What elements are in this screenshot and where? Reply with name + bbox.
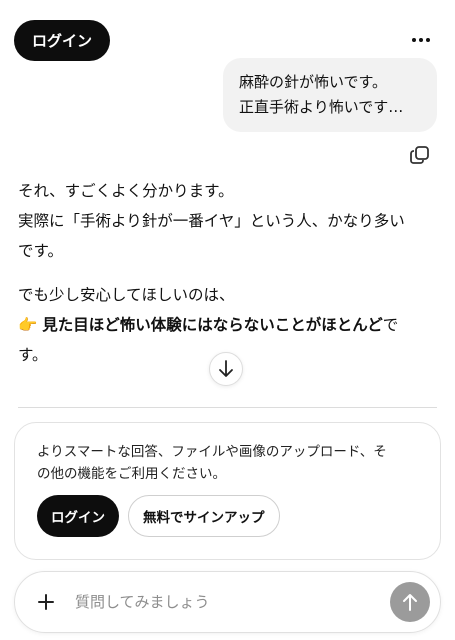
divider xyxy=(18,407,437,408)
signup-prompt-buttons: ログイン 無料でサインアップ xyxy=(37,495,280,537)
copy-button[interactable] xyxy=(409,144,431,166)
attach-button[interactable] xyxy=(29,585,63,619)
signup-message-line-1: よりスマートな回答、ファイルや画像のアップロード、そ xyxy=(37,444,387,460)
login-button-label: ログイン xyxy=(51,510,105,526)
signup-button[interactable]: 無料でサインアップ xyxy=(128,495,280,537)
message-composer xyxy=(14,571,441,633)
assistant-line: でも少し安心してほしいのは、 xyxy=(18,286,235,304)
user-message-line-2: 正直手術より怖いです… xyxy=(239,98,404,116)
emphasis-text: 見た目ほど怖い体験にはならないことがほとんど xyxy=(42,316,383,334)
signup-button-label: 無料でサインアップ xyxy=(143,510,265,526)
assistant-line: です。 xyxy=(18,242,63,260)
assistant-line: それ、すごくよく分かります。 xyxy=(18,182,234,200)
send-button[interactable] xyxy=(390,582,430,622)
message-input[interactable] xyxy=(75,589,375,615)
more-horizontal-icon xyxy=(412,38,430,42)
arrow-down-icon xyxy=(219,360,233,377)
login-button[interactable]: ログイン xyxy=(37,495,119,537)
header-login-label: ログイン xyxy=(32,32,93,50)
copy-icon xyxy=(410,146,429,164)
assistant-message: それ、すごくよく分かります。 実際に「手術より針が一番イヤ」という人、かなり多い… xyxy=(18,176,438,370)
user-message-line-1: 麻酔の針が怖いです。 xyxy=(239,73,388,91)
chat-page: ログイン 麻酔の針が怖いです。 正直手術より怖いです… それ、すごくよく分かりま… xyxy=(0,0,455,640)
signup-prompt-card: よりスマートな回答、ファイルや画像のアップロード、そ の他の機能をご利用ください… xyxy=(14,422,441,560)
header-login-button[interactable]: ログイン xyxy=(14,20,111,61)
pointing-hand-emoji: 👉 xyxy=(18,316,38,334)
assistant-line-emphasis: 👉 見た目ほど怖い体験にはならないことがほとんどで xyxy=(18,310,438,340)
user-message-bubble: 麻酔の針が怖いです。 正直手術より怖いです… xyxy=(223,58,437,132)
more-options-button[interactable] xyxy=(409,30,433,50)
plus-icon xyxy=(38,594,54,610)
signup-message-line-2: の他の機能をご利用ください。 xyxy=(37,466,226,482)
signup-prompt-message: よりスマートな回答、ファイルや画像のアップロード、そ の他の機能をご利用ください… xyxy=(37,441,420,485)
arrow-up-icon xyxy=(403,594,417,611)
scroll-down-button[interactable] xyxy=(209,352,243,386)
assistant-line: 実際に「手術より針が一番イヤ」という人、かなり多い xyxy=(18,212,405,230)
emphasis-tail: で xyxy=(382,316,399,334)
